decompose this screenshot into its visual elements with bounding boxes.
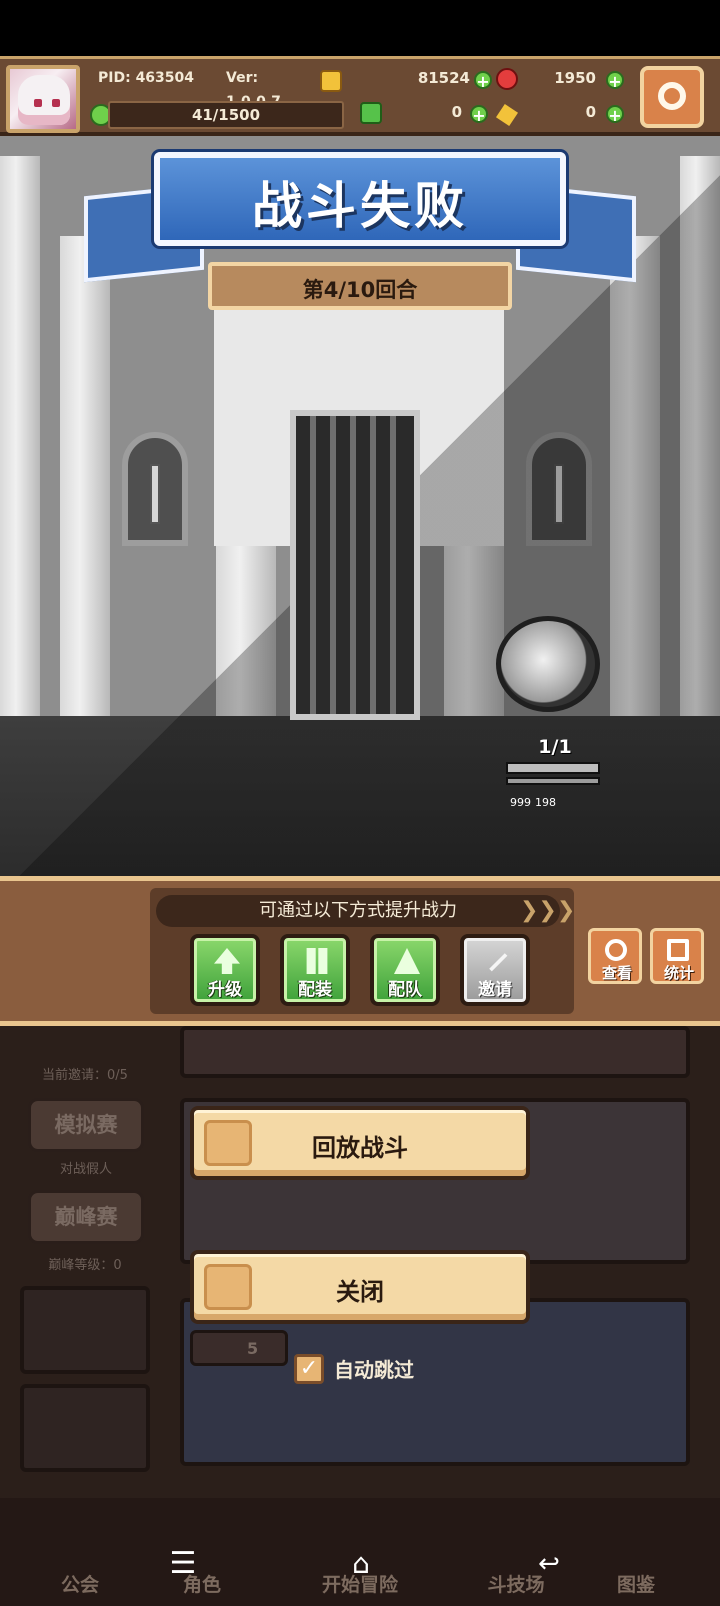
gem-amount: 1950: [554, 69, 596, 87]
enemy-energy-bar: [506, 777, 600, 785]
pid-text: PID: 463504: [98, 70, 195, 86]
sword-icon: [489, 953, 508, 972]
enemy-hp-stat: 999: [510, 796, 531, 809]
add-clover-icon[interactable]: +: [470, 105, 488, 124]
stats-label: 统计: [663, 964, 694, 982]
lobby-card: [180, 1026, 690, 1078]
player-avatar[interactable]: [6, 65, 80, 133]
portcullis-gate: [290, 410, 420, 720]
clover-icon: [360, 102, 382, 124]
menu-icon[interactable]: ☰: [158, 1544, 208, 1584]
energy-bar: 41/1500: [108, 101, 344, 129]
replay-battle-label: 回放战斗: [312, 1134, 408, 1162]
enemy-count: 1/1: [538, 736, 572, 758]
gear-icon: [658, 82, 686, 110]
close-label: 关闭: [336, 1278, 384, 1306]
nav-guild[interactable]: 公会: [50, 1570, 110, 1597]
replay-battle-button[interactable]: 回放战斗: [190, 1106, 530, 1180]
lobby-slot: [20, 1384, 150, 1472]
back-icon[interactable]: ↩: [524, 1544, 574, 1584]
round-counter: 第4/10回合: [302, 278, 418, 302]
lobby-slot: [20, 1286, 150, 1374]
improve-hint: 可通过以下方式提升战力: [156, 895, 560, 927]
level-up-icon: [214, 948, 240, 974]
view-label: 查看: [601, 964, 632, 982]
sim-match-subtitle: 对战假人: [59, 1162, 112, 1177]
invite-button[interactable]: 邀请: [460, 934, 530, 1006]
enemy-hp-bar: [506, 762, 600, 774]
enemy-atk-stat: 198: [535, 796, 556, 809]
hint-arrows-icon: ❯❯❯: [520, 898, 576, 923]
level-up-label: 升级: [208, 980, 242, 1000]
ticket-amount: 0: [585, 103, 596, 121]
pid-label: PID: 463504 Ver: 1.0.0.7: [88, 64, 308, 110]
list-icon: [667, 939, 689, 961]
equip-label: 配装: [298, 980, 332, 1000]
armor-icon: [306, 948, 328, 974]
auto-skip-label: 自动跳过: [334, 1358, 414, 1382]
invite-label: 邀请: [478, 980, 512, 1000]
peak-match-tab[interactable]: 巅峰赛: [28, 1190, 144, 1244]
add-gold-icon[interactable]: +: [474, 71, 492, 90]
round-plate: 第4/10回合: [208, 262, 512, 310]
magnifier-icon: [605, 939, 627, 961]
defeat-banner: 战斗失败: [154, 152, 566, 246]
defeat-title: 战斗失败: [252, 177, 468, 235]
view-button[interactable]: 查看: [588, 928, 642, 984]
checkbox-checked-icon[interactable]: ✓: [294, 1354, 324, 1384]
stats-button[interactable]: 统计: [650, 928, 704, 984]
nav-codex[interactable]: 图鉴: [606, 1570, 666, 1597]
equip-button[interactable]: 配装: [280, 934, 350, 1006]
team-icon: [394, 948, 420, 974]
close-button[interactable]: 关闭: [190, 1250, 530, 1324]
team-button[interactable]: 配队: [370, 934, 440, 1006]
settings-button[interactable]: [640, 66, 704, 128]
gold-amount: 81524: [417, 69, 470, 87]
clover-amount: 0: [451, 103, 462, 121]
invite-count-text: 当前邀请：0/5: [42, 1068, 128, 1083]
peak-level-text: 巅峰等级：0: [48, 1258, 122, 1273]
team-label: 配队: [388, 980, 422, 1000]
ruby-gem-icon: [496, 68, 518, 90]
cost-badge: 5: [190, 1330, 288, 1366]
add-ticket-icon[interactable]: +: [606, 105, 624, 124]
enemy-portrait: [496, 616, 600, 712]
home-icon[interactable]: ⌂: [336, 1544, 386, 1584]
cost-value: 5: [247, 1339, 259, 1358]
level-up-button[interactable]: 升级: [190, 934, 260, 1006]
status-bar: [0, 0, 720, 56]
sim-match-tab[interactable]: 模拟赛: [28, 1098, 144, 1152]
add-gems-icon[interactable]: +: [606, 71, 624, 90]
gold-coin-icon: [320, 70, 342, 92]
